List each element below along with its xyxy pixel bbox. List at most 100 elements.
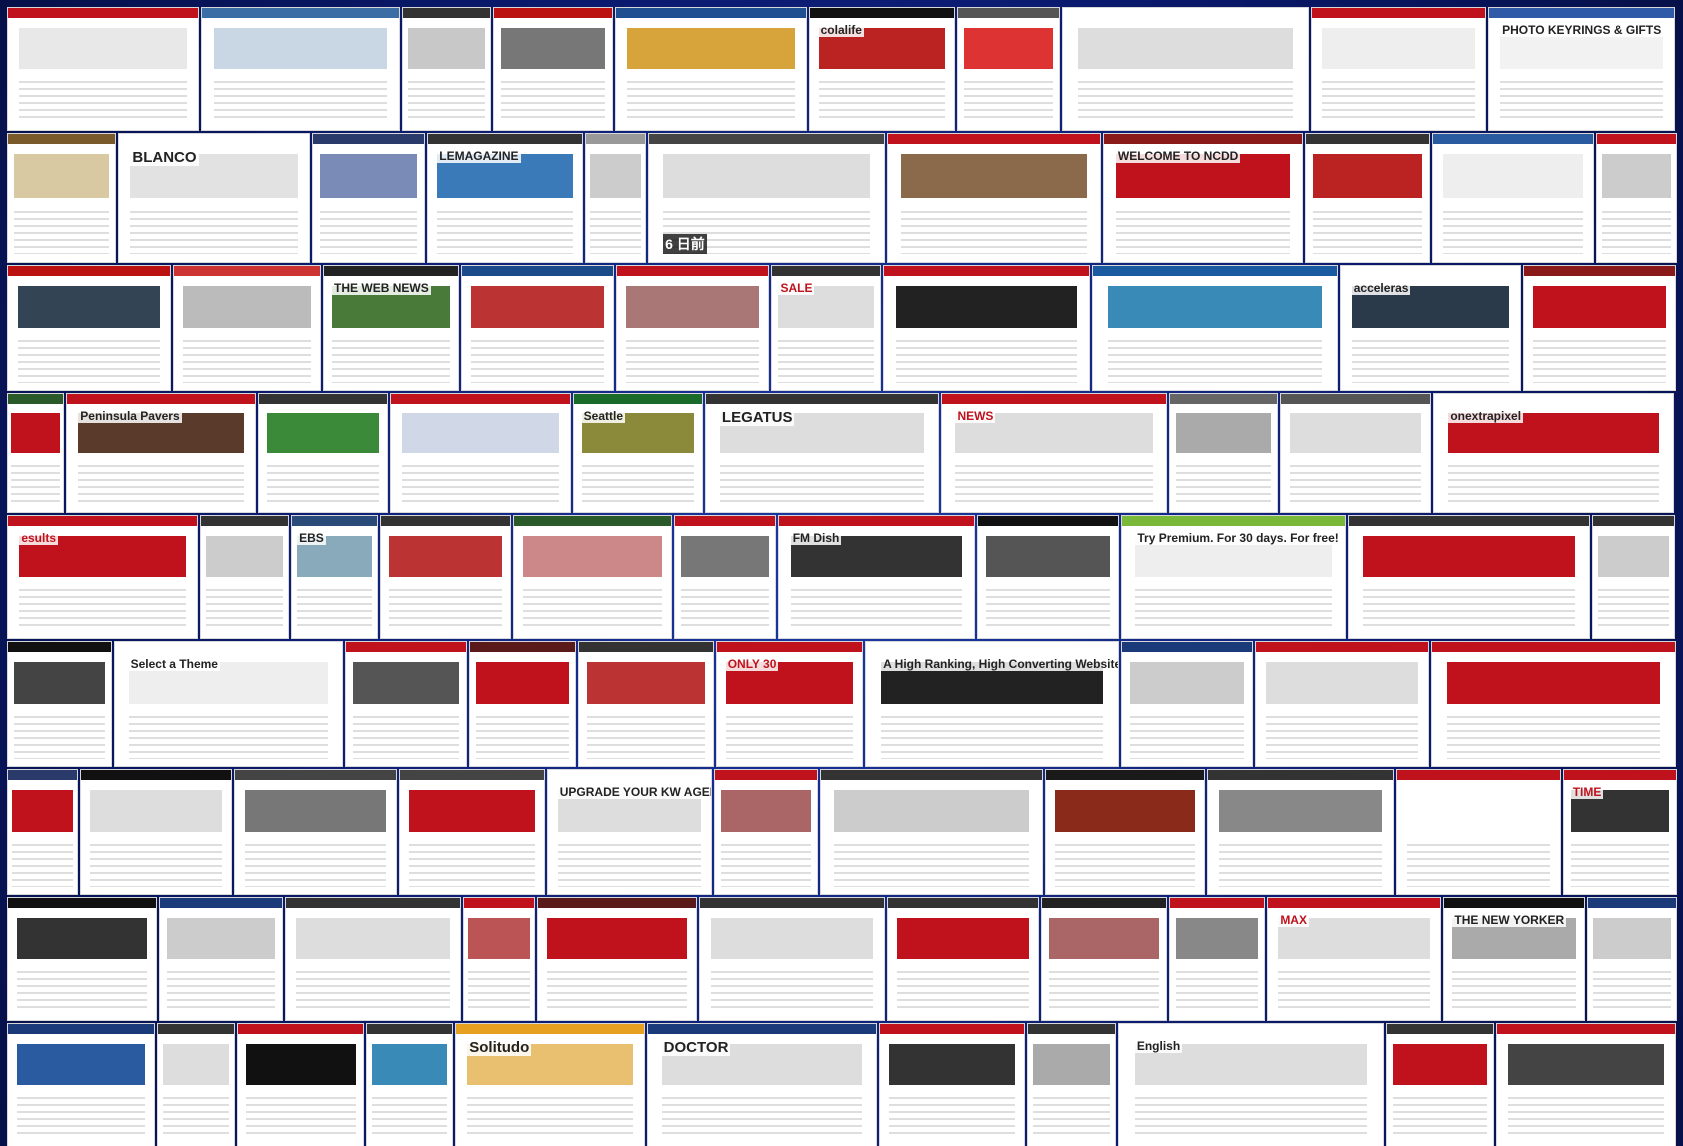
template-thumbnail[interactable]: LEMAGAZINE (428, 134, 582, 262)
template-thumbnail[interactable] (514, 516, 671, 638)
template-thumbnail[interactable] (617, 266, 768, 390)
template-thumbnail[interactable] (1588, 898, 1676, 1020)
template-thumbnail[interactable]: LEGATUS (706, 394, 938, 512)
template-thumbnail[interactable]: UPGRADE YOUR KW AGENT WEBSITE! (548, 770, 711, 894)
template-thumbnail[interactable] (675, 516, 775, 638)
template-thumbnail[interactable] (1063, 8, 1308, 130)
template-thumbnail[interactable]: WELCOME TO NCDD (1104, 134, 1302, 262)
template-thumbnail[interactable]: onextrapixel (1434, 394, 1673, 512)
template-thumbnail[interactable] (538, 898, 696, 1020)
template-thumbnail[interactable] (286, 898, 460, 1020)
template-thumbnail[interactable] (1122, 642, 1252, 766)
template-thumbnail[interactable]: Try Premium. For 30 days. For free! (1122, 516, 1345, 638)
template-thumbnail[interactable] (201, 516, 288, 638)
template-thumbnail[interactable] (391, 394, 570, 512)
template-thumbnail[interactable] (958, 8, 1059, 130)
template-thumbnail[interactable] (1170, 898, 1264, 1020)
template-thumbnail[interactable] (346, 642, 466, 766)
template-thumbnail[interactable]: SALE (772, 266, 880, 390)
template-thumbnail[interactable]: EBS (292, 516, 377, 638)
template-thumbnail[interactable]: MAX (1268, 898, 1440, 1020)
thumbnail-text-lines (986, 584, 1110, 631)
template-thumbnail[interactable] (715, 770, 817, 894)
template-thumbnail[interactable] (1306, 134, 1429, 262)
template-thumbnail[interactable]: FM Dish (779, 516, 974, 638)
template-thumbnail[interactable]: acceleras (1341, 266, 1520, 390)
template-thumbnail[interactable] (158, 1024, 234, 1146)
template-thumbnail[interactable] (202, 8, 399, 130)
template-thumbnail[interactable] (238, 1024, 363, 1146)
template-thumbnail[interactable] (400, 770, 544, 894)
template-thumbnail[interactable] (1256, 642, 1428, 766)
template-thumbnail[interactable] (470, 642, 575, 766)
template-thumbnail[interactable] (1028, 1024, 1115, 1146)
template-thumbnail[interactable] (700, 898, 884, 1020)
template-thumbnail[interactable] (1093, 266, 1337, 390)
template-thumbnail[interactable]: English (1119, 1024, 1383, 1146)
template-thumbnail[interactable] (586, 134, 645, 262)
template-thumbnail[interactable] (464, 898, 534, 1020)
template-thumbnail[interactable]: esults (8, 516, 197, 638)
template-thumbnail[interactable] (160, 898, 282, 1020)
thumbnail-hero-image (888, 1043, 1016, 1085)
template-thumbnail[interactable]: colalife (810, 8, 954, 130)
template-thumbnail[interactable] (978, 516, 1118, 638)
template-thumbnail[interactable]: PHOTO KEYRINGS & GIFTS (1489, 8, 1674, 130)
template-thumbnail[interactable] (1524, 266, 1675, 390)
template-thumbnail[interactable] (8, 266, 170, 390)
template-thumbnail[interactable]: Solitudo (456, 1024, 644, 1146)
template-thumbnail[interactable] (313, 134, 424, 262)
template-thumbnail[interactable] (1497, 1024, 1675, 1146)
template-thumbnail[interactable] (174, 266, 320, 390)
template-thumbnail[interactable]: BLANCO (119, 134, 309, 262)
template-thumbnail[interactable] (8, 8, 198, 130)
template-thumbnail[interactable] (1349, 516, 1589, 638)
template-thumbnail[interactable] (8, 642, 111, 766)
template-thumbnail[interactable] (381, 516, 510, 638)
template-thumbnail[interactable]: ONLY 30 (717, 642, 862, 766)
template-thumbnail[interactable] (8, 898, 156, 1020)
template-thumbnail[interactable] (884, 266, 1089, 390)
template-thumbnail[interactable] (1208, 770, 1393, 894)
template-thumbnail[interactable]: A High Ranking, High Converting Website … (866, 642, 1118, 766)
template-thumbnail[interactable] (821, 770, 1042, 894)
template-thumbnail[interactable] (81, 770, 231, 894)
template-thumbnail[interactable] (367, 1024, 452, 1146)
template-thumbnail[interactable] (888, 898, 1038, 1020)
template-thumbnail[interactable]: Seattle (574, 394, 702, 512)
template-thumbnail[interactable]: THE WEB NEWS (324, 266, 458, 390)
template-thumbnail[interactable]: TIME (1564, 770, 1676, 894)
template-thumbnail[interactable] (1387, 1024, 1493, 1146)
template-thumbnail[interactable] (1597, 134, 1676, 262)
template-thumbnail[interactable] (259, 394, 387, 512)
template-thumbnail[interactable] (1397, 770, 1560, 894)
template-thumbnail[interactable] (8, 1024, 154, 1146)
template-thumbnail[interactable] (616, 8, 806, 130)
template-thumbnail[interactable] (1170, 394, 1277, 512)
template-thumbnail[interactable] (1432, 642, 1675, 766)
thumbnail-header-bar (617, 266, 768, 276)
template-thumbnail[interactable] (8, 394, 63, 512)
template-thumbnail[interactable]: 6 日前 (649, 134, 884, 262)
template-thumbnail[interactable]: DOCTOR (648, 1024, 876, 1146)
template-thumbnail[interactable] (579, 642, 713, 766)
template-thumbnail[interactable] (1593, 516, 1674, 638)
template-thumbnail[interactable] (1281, 394, 1430, 512)
template-thumbnail[interactable]: THE NEW YORKER (1444, 898, 1584, 1020)
template-thumbnail[interactable] (235, 770, 396, 894)
template-thumbnail[interactable] (880, 1024, 1024, 1146)
template-thumbnail[interactable] (8, 770, 77, 894)
template-thumbnail[interactable] (1042, 898, 1166, 1020)
template-thumbnail[interactable] (403, 8, 490, 130)
template-thumbnail[interactable]: Peninsula Pavers (67, 394, 255, 512)
template-thumbnail[interactable]: NEWS (942, 394, 1166, 512)
template-thumbnail[interactable] (462, 266, 613, 390)
thumbnail-header-bar (313, 134, 424, 144)
template-thumbnail[interactable]: Select a Theme (115, 642, 342, 766)
template-thumbnail[interactable] (1312, 8, 1485, 130)
template-thumbnail[interactable] (1046, 770, 1204, 894)
template-thumbnail[interactable] (1433, 134, 1593, 262)
template-thumbnail[interactable] (8, 134, 115, 262)
template-thumbnail[interactable] (888, 134, 1100, 262)
template-thumbnail[interactable] (494, 8, 612, 130)
